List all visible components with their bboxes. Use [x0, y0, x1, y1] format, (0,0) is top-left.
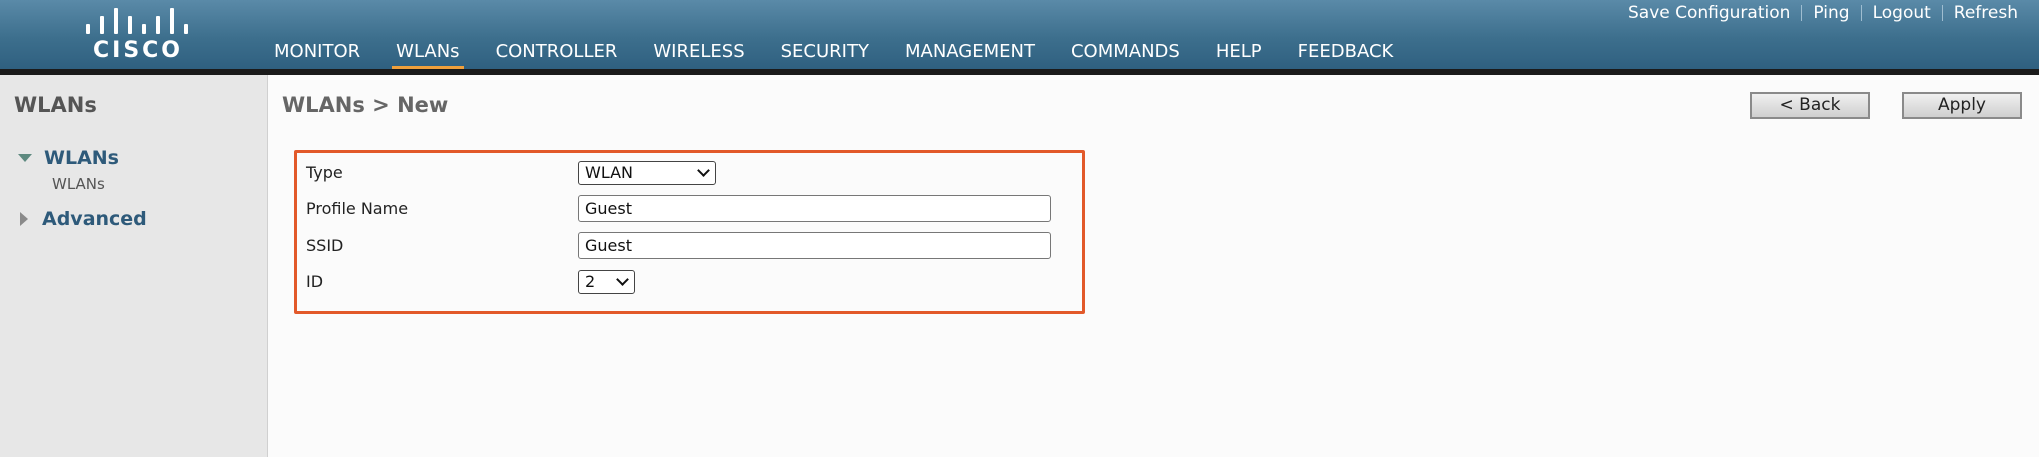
cisco-logo: CISCO [84, 8, 192, 63]
triangle-right-icon [20, 212, 28, 226]
logout-link[interactable]: Logout [1862, 3, 1942, 23]
id-select-value: 2 [585, 272, 596, 291]
ssid-label: SSID [306, 236, 344, 255]
ssid-row: SSID Guest [306, 232, 1066, 260]
apply-button[interactable]: Apply [1902, 92, 2022, 119]
type-row: Type WLAN [306, 159, 1066, 187]
cisco-bars-icon [84, 8, 192, 34]
sidebar-title: WLANs [14, 93, 97, 117]
type-select[interactable]: WLAN [578, 161, 716, 185]
cisco-wordmark: CISCO [92, 38, 184, 63]
sidebar-item-label: WLANs [44, 147, 119, 169]
nav-feedback[interactable]: FEEDBACK [1294, 40, 1398, 69]
top-header: CISCO Save Configuration Ping Logout Ref… [0, 0, 2039, 71]
refresh-link[interactable]: Refresh [1943, 3, 2029, 23]
sidebar-subitem-wlans[interactable]: WLANs [52, 175, 105, 193]
ping-link[interactable]: Ping [1802, 3, 1860, 23]
sidebar-item-wlans[interactable]: WLANs [18, 147, 119, 169]
nav-commands[interactable]: COMMANDS [1067, 40, 1184, 69]
page-title: WLANs > New [282, 93, 449, 117]
sidebar-item-advanced[interactable]: Advanced [20, 208, 147, 230]
nav-wlans[interactable]: WLANs [392, 40, 464, 71]
id-label: ID [306, 272, 324, 291]
chevron-down-icon [616, 273, 629, 286]
nav-management[interactable]: MANAGEMENT [901, 40, 1039, 69]
profile-name-label: Profile Name [306, 199, 409, 218]
id-select[interactable]: 2 [578, 270, 635, 294]
utility-links: Save Configuration Ping Logout Refresh [1617, 2, 2029, 24]
nav-monitor[interactable]: MONITOR [270, 40, 364, 69]
ssid-input[interactable]: Guest [578, 232, 1051, 259]
id-row: ID 2 [306, 268, 1066, 296]
profile-name-input[interactable]: Guest [578, 195, 1051, 222]
main-content: WLANs > New < Back Apply Type WLAN Profi… [268, 75, 2039, 457]
nav-controller[interactable]: CONTROLLER [492, 40, 622, 69]
back-button[interactable]: < Back [1750, 92, 1870, 119]
save-configuration-link[interactable]: Save Configuration [1617, 3, 1801, 23]
nav-security[interactable]: SECURITY [777, 40, 873, 69]
main-nav: MONITOR WLANs CONTROLLER WIRELESS SECURI… [270, 40, 1425, 71]
sidebar-item-label: Advanced [42, 208, 147, 230]
nav-help[interactable]: HELP [1212, 40, 1266, 69]
profile-name-row: Profile Name Guest [306, 195, 1066, 223]
sidebar: WLANs WLANs WLANs Advanced [0, 75, 268, 457]
triangle-down-icon [18, 154, 32, 162]
nav-wireless[interactable]: WIRELESS [649, 40, 748, 69]
type-select-value: WLAN [585, 163, 634, 182]
chevron-down-icon [697, 164, 710, 177]
type-label: Type [306, 163, 343, 182]
